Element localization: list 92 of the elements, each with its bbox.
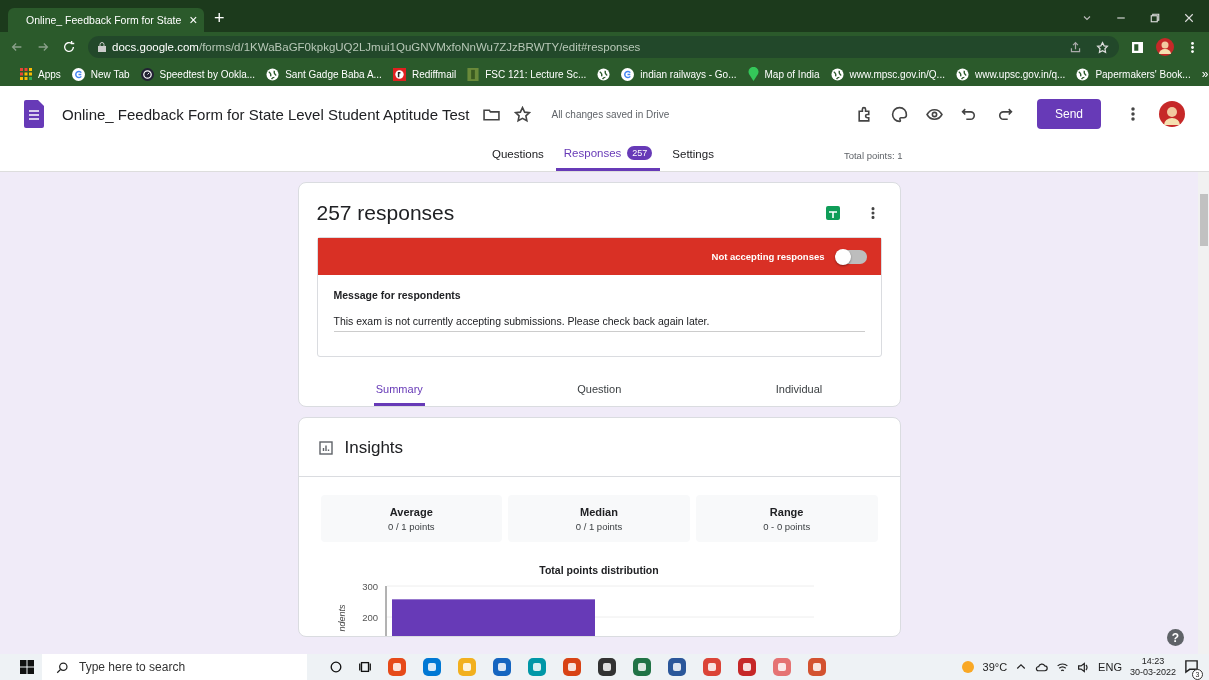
bookmark[interactable]: indian railways - Go... bbox=[621, 67, 737, 81]
view-tab[interactable]: Individual bbox=[773, 383, 825, 406]
bookmark[interactable] bbox=[597, 67, 611, 81]
share-icon[interactable] bbox=[1069, 40, 1082, 54]
accepting-responses-label: Not accepting responses bbox=[711, 251, 825, 262]
taskbar-app-icon[interactable] bbox=[667, 657, 687, 677]
language-indicator[interactable]: ENG bbox=[1098, 661, 1122, 673]
more-bookmarks-button[interactable]: » bbox=[1201, 67, 1209, 81]
google-icon bbox=[621, 67, 635, 81]
view-tab[interactable]: Summary bbox=[373, 383, 425, 406]
weather-temperature[interactable]: 39°C bbox=[982, 661, 1008, 673]
bookmark[interactable]: Sant Gadge Baba A... bbox=[266, 67, 382, 81]
stat-value: 0 / 1 points bbox=[575, 520, 623, 532]
cloud-icon[interactable] bbox=[1035, 660, 1049, 674]
sun-icon bbox=[960, 660, 975, 674]
bookmark[interactable]: Papermakers' Book... bbox=[1076, 67, 1191, 81]
response-count-badge: 257 bbox=[627, 146, 653, 160]
tick-label: 300 bbox=[361, 581, 378, 592]
circle-icon[interactable] bbox=[329, 660, 343, 674]
stat-value: 0 - 0 points bbox=[763, 520, 811, 532]
profile-avatar-icon[interactable] bbox=[1156, 38, 1174, 56]
insights-title: Insights bbox=[344, 438, 404, 458]
apps-grid-icon bbox=[20, 68, 32, 80]
forms-logo-icon[interactable] bbox=[24, 100, 44, 128]
taskbar-clock[interactable]: 14:23 30-03-2022 bbox=[1129, 656, 1176, 678]
new-tab-button[interactable]: + bbox=[214, 8, 225, 29]
sheets-icon[interactable] bbox=[825, 206, 840, 220]
bookmark[interactable]: Map of India bbox=[747, 67, 820, 81]
taskbar-search-field[interactable]: Type here to search bbox=[42, 654, 307, 680]
save-status: All changes saved in Drive bbox=[551, 108, 670, 120]
lock-icon bbox=[98, 42, 106, 52]
stat-label: Range bbox=[769, 505, 804, 518]
taskbar-app-icon[interactable] bbox=[737, 657, 757, 677]
help-button[interactable]: ? bbox=[1167, 629, 1184, 646]
globe-icon bbox=[955, 67, 969, 81]
form-title[interactable]: Online_ Feedback Form for State Level Student Aptitude Test bbox=[62, 105, 470, 123]
search-icon[interactable] bbox=[56, 660, 69, 674]
chart-title: Total points distribution bbox=[538, 564, 660, 576]
tick-label: 200 bbox=[361, 612, 378, 623]
forward-icon[interactable] bbox=[36, 40, 50, 54]
taskbar-app-icon[interactable] bbox=[632, 657, 652, 677]
star-icon[interactable] bbox=[514, 105, 532, 123]
side-panel-icon[interactable] bbox=[1131, 40, 1144, 54]
taskbar-app-icon[interactable] bbox=[492, 657, 512, 677]
responses-count: 257 responses bbox=[316, 201, 455, 225]
book-icon bbox=[467, 67, 480, 81]
scrollbar-thumb[interactable] bbox=[1199, 194, 1208, 246]
task-view-icon[interactable] bbox=[358, 660, 372, 674]
total-points: Total points: 1 bbox=[843, 150, 903, 163]
back-icon[interactable] bbox=[10, 40, 24, 54]
gauge-icon bbox=[140, 67, 154, 81]
bookmark[interactable]: Apps bbox=[20, 68, 61, 80]
browser-tab[interactable]: Online_ Feedback Form for State × bbox=[8, 8, 204, 32]
bar-chart-icon bbox=[318, 441, 333, 455]
axis-title: ndents bbox=[336, 604, 347, 632]
bookmark[interactable]: www.upsc.gov.in/q... bbox=[955, 67, 1066, 81]
bookmark[interactable]: FSC 121: Lecture Sc... bbox=[467, 67, 587, 81]
map-pin-icon bbox=[747, 67, 759, 81]
accepting-responses-toggle[interactable] bbox=[836, 249, 867, 264]
puzzle-icon[interactable] bbox=[856, 105, 873, 123]
view-tab[interactable]: Question bbox=[575, 383, 624, 406]
bookmark[interactable]: www.mpsc.gov.in/Q... bbox=[830, 67, 945, 81]
bookmark[interactable]: Speedtest by Ookla... bbox=[140, 67, 256, 81]
form-tab[interactable]: Questions bbox=[484, 148, 552, 171]
address-bar[interactable]: docs.google.com/forms/d/1KWaBaGF0kpkgUQ2LJmui1QuGNVMxfoNnWu7ZJzBRWTY/edit#responses bbox=[88, 36, 1119, 58]
profile-avatar-icon[interactable] bbox=[1159, 101, 1185, 127]
wifi-icon[interactable] bbox=[1056, 660, 1070, 674]
globe-icon bbox=[1076, 67, 1090, 81]
bookmark[interactable]: Rediffmail bbox=[392, 67, 457, 81]
stat-value: 0 / 1 points bbox=[388, 520, 435, 532]
palette-icon[interactable] bbox=[891, 105, 908, 123]
stat-label: Average bbox=[389, 505, 433, 518]
globe-icon bbox=[597, 67, 611, 81]
send-button[interactable]: Send bbox=[1037, 99, 1101, 129]
stat-label: Median bbox=[580, 505, 618, 518]
close-tab-button[interactable]: × bbox=[189, 12, 198, 28]
google-icon bbox=[71, 67, 85, 81]
r-logo-icon bbox=[392, 67, 406, 81]
restore-icon[interactable] bbox=[1149, 12, 1161, 24]
close-icon[interactable] bbox=[1183, 12, 1195, 24]
message-label: Message for respondents bbox=[333, 289, 462, 301]
message-field[interactable]: This exam is not currently accepting submissions. Please check back again later. bbox=[333, 315, 865, 332]
form-tab[interactable]: Settings bbox=[664, 148, 722, 171]
reload-icon[interactable] bbox=[62, 40, 76, 54]
notification-icon[interactable] bbox=[1184, 658, 1199, 674]
bookmark[interactable]: New Tab bbox=[71, 67, 130, 81]
speaker-icon[interactable] bbox=[1077, 660, 1091, 674]
windows-start-icon[interactable] bbox=[20, 660, 34, 674]
form-tab[interactable]: Responses 257 bbox=[555, 146, 661, 171]
globe-icon bbox=[266, 67, 280, 81]
taskbar-app-icon[interactable] bbox=[597, 657, 617, 677]
globe-icon bbox=[830, 67, 844, 81]
